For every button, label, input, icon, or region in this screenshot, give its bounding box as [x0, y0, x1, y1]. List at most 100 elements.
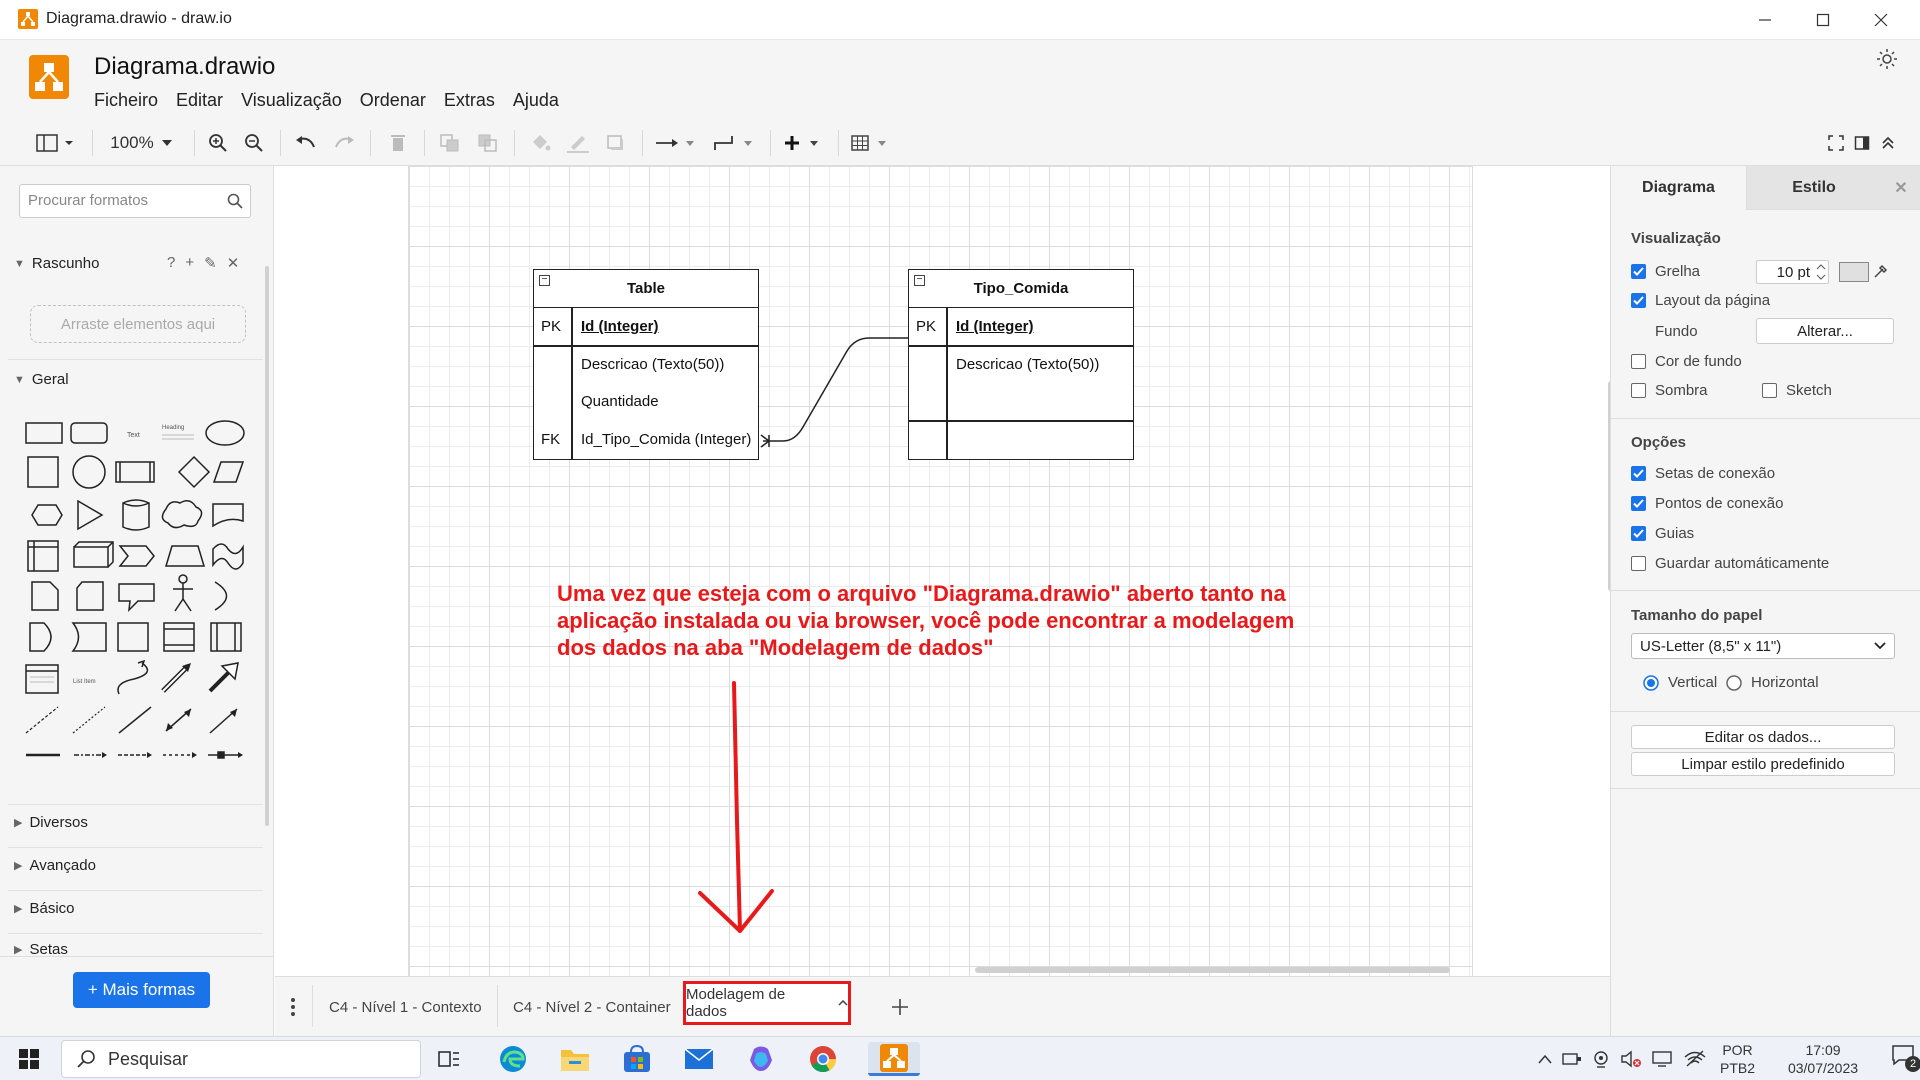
format-panel-icon[interactable] — [1850, 130, 1874, 156]
grid-color-swatch[interactable] — [1839, 262, 1869, 282]
help-icon[interactable]: ? — [167, 254, 175, 272]
delete-icon[interactable] — [384, 130, 412, 156]
menu-editar[interactable]: Editar — [176, 90, 223, 111]
close-icon[interactable]: ✕ — [227, 254, 240, 272]
section-basico[interactable]: ▶ Básico — [14, 900, 75, 917]
panel-toggle-icon[interactable] — [33, 130, 77, 156]
grid-checkbox[interactable]: Grelha — [1631, 263, 1700, 280]
usb-device-icon[interactable] — [1562, 1051, 1582, 1067]
add-page-icon[interactable] — [889, 991, 911, 1023]
tab-diagrama[interactable]: Diagrama — [1611, 166, 1746, 210]
add-icon[interactable]: + — [185, 254, 194, 272]
tab-modelagem-de-dados[interactable]: Modelagem de dados — [683, 981, 851, 1025]
background-color-checkbox[interactable]: Cor de fundo — [1631, 353, 1742, 370]
relation-connector[interactable] — [759, 321, 911, 451]
to-front-icon[interactable] — [436, 130, 464, 156]
line-color-icon[interactable] — [564, 130, 592, 156]
paper-size-select[interactable]: US-Letter (8,5" x 11") — [1631, 633, 1895, 659]
keyboard-language[interactable]: POR PTB2 — [1720, 1041, 1755, 1077]
section-geral[interactable]: ▼ Geral — [14, 371, 69, 388]
diagram-page[interactable]: − Table PK Id (Integer) Descricao (Texto… — [408, 166, 1473, 976]
entity-table-field-fk[interactable]: Id_Tipo_Comida (Integer) — [581, 431, 751, 448]
portrait-radio[interactable]: Vertical — [1643, 674, 1717, 691]
chevron-up-icon[interactable] — [1538, 1054, 1552, 1064]
theme-sun-icon[interactable] — [1876, 48, 1898, 70]
tab-c4-nivel-2[interactable]: C4 - Nível 2 - Container — [513, 991, 671, 1023]
tab-estilo[interactable]: Estilo — [1746, 166, 1881, 210]
connection-points-checkbox[interactable]: Pontos de conexão — [1631, 495, 1783, 512]
shadow-icon[interactable] — [602, 130, 630, 156]
left-panel-scrollbar[interactable] — [265, 266, 269, 826]
change-background-button[interactable]: Alterar... — [1756, 318, 1894, 344]
pages-menu-icon[interactable] — [285, 991, 301, 1023]
entity-table[interactable]: − Table PK Id (Integer) Descricao (Texto… — [533, 269, 759, 423]
sketch-checkbox[interactable]: Sketch — [1762, 382, 1832, 399]
fill-color-icon[interactable] — [526, 130, 554, 156]
section-setas[interactable]: ▶ Setas — [14, 943, 68, 955]
to-back-icon[interactable] — [474, 130, 502, 156]
zoom-in-icon[interactable] — [204, 130, 232, 156]
collapse-chevron-icon[interactable] — [1876, 130, 1900, 156]
fullscreen-icon[interactable] — [1824, 130, 1848, 156]
clock[interactable]: 17:09 03/07/2023 — [1777, 1041, 1869, 1077]
menu-visualizacao[interactable]: Visualização — [241, 90, 342, 111]
entity-table-field-id[interactable]: Id (Integer) — [581, 318, 659, 335]
spinner-arrows-icon[interactable] — [1816, 263, 1826, 281]
edit-pencil-icon[interactable]: ✎ — [204, 254, 217, 272]
file-explorer-icon[interactable] — [558, 1042, 592, 1076]
undo-icon[interactable] — [292, 130, 320, 156]
document-title[interactable]: Diagrama.drawio — [94, 53, 275, 81]
entity-table-field-descricao[interactable]: Descricao (Texto(50)) — [581, 356, 724, 373]
tab-c4-nivel-1[interactable]: C4 - Nível 1 - Contexto — [329, 991, 482, 1023]
waypoints-icon[interactable] — [712, 130, 756, 156]
search-icon[interactable] — [227, 193, 243, 209]
drawio-taskbar-icon[interactable] — [868, 1042, 920, 1076]
diagram-canvas[interactable]: − Table PK Id (Integer) Descricao (Texto… — [275, 166, 1610, 976]
guides-checkbox[interactable]: Guias — [1631, 525, 1694, 542]
table-icon[interactable] — [850, 130, 894, 156]
scratchpad-dropzone[interactable]: Arraste elementos aqui — [30, 305, 246, 343]
more-shapes-button[interactable]: + Mais formas — [73, 972, 210, 1008]
insert-plus-icon[interactable] — [782, 130, 826, 156]
menu-extras[interactable]: Extras — [444, 90, 495, 111]
entity-table-fk-row[interactable]: FK Id_Tipo_Comida (Integer) — [533, 421, 759, 460]
page-layout-checkbox[interactable]: Layout da página — [1631, 292, 1770, 309]
network-disconnected-icon[interactable] — [1684, 1050, 1706, 1068]
task-view-icon[interactable] — [432, 1042, 466, 1076]
mail-icon[interactable] — [682, 1042, 716, 1076]
menu-ficheiro[interactable]: Ficheiro — [94, 90, 158, 111]
connection-arrows-checkbox[interactable]: Setas de conexão — [1631, 465, 1775, 482]
menu-ordenar[interactable]: Ordenar — [360, 90, 426, 111]
microsoft-store-icon[interactable] — [620, 1042, 654, 1076]
section-avancado[interactable]: ▶ Avançado — [14, 857, 96, 874]
autosave-checkbox[interactable]: Guardar automáticamente — [1631, 555, 1829, 572]
zoom-out-icon[interactable] — [240, 130, 268, 156]
edge-browser-icon[interactable] — [496, 1042, 530, 1076]
section-diversos[interactable]: ▶ Diversos — [14, 814, 88, 831]
zoom-select[interactable]: 100% — [104, 130, 178, 156]
volume-muted-icon[interactable] — [1620, 1050, 1642, 1068]
entity-tipo-comida[interactable]: − Tipo_Comida PK Id (Integer) Descricao … — [908, 269, 1134, 460]
display-icon[interactable] — [1652, 1050, 1674, 1068]
chevron-up-icon[interactable] — [838, 1000, 848, 1006]
canvas-horizontal-scrollbar[interactable] — [975, 967, 1450, 973]
close-window-button[interactable] — [1852, 0, 1910, 40]
general-shapes-grid[interactable]: Text Heading List Item — [16, 411, 250, 801]
notifications-icon[interactable]: 2 — [1891, 1044, 1920, 1074]
maximize-button[interactable] — [1794, 0, 1852, 40]
eyedropper-icon[interactable] — [1873, 263, 1889, 279]
shape-search-input[interactable] — [28, 192, 218, 209]
edit-data-button[interactable]: Editar os dados... — [1631, 725, 1895, 749]
shadow-checkbox[interactable]: Sombra — [1631, 382, 1708, 399]
windows-start-icon[interactable] — [12, 1042, 46, 1076]
copilot-icon[interactable] — [744, 1042, 778, 1076]
entity-tipo-comida-field-id[interactable]: Id (Integer) — [956, 318, 1034, 335]
entity-tipo-comida-field-descricao[interactable]: Descricao (Texto(50)) — [956, 356, 1099, 373]
connection-style-icon[interactable] — [654, 130, 698, 156]
menu-ajuda[interactable]: Ajuda — [513, 90, 559, 111]
landscape-radio[interactable]: Horizontal — [1726, 674, 1819, 691]
close-panel-icon[interactable]: ✕ — [1881, 166, 1920, 210]
webcam-icon[interactable] — [1592, 1050, 1610, 1068]
taskbar-search[interactable]: Pesquisar — [61, 1040, 421, 1078]
annotation-text[interactable]: Uma vez que esteja com o arquivo "Diagra… — [557, 580, 1317, 661]
